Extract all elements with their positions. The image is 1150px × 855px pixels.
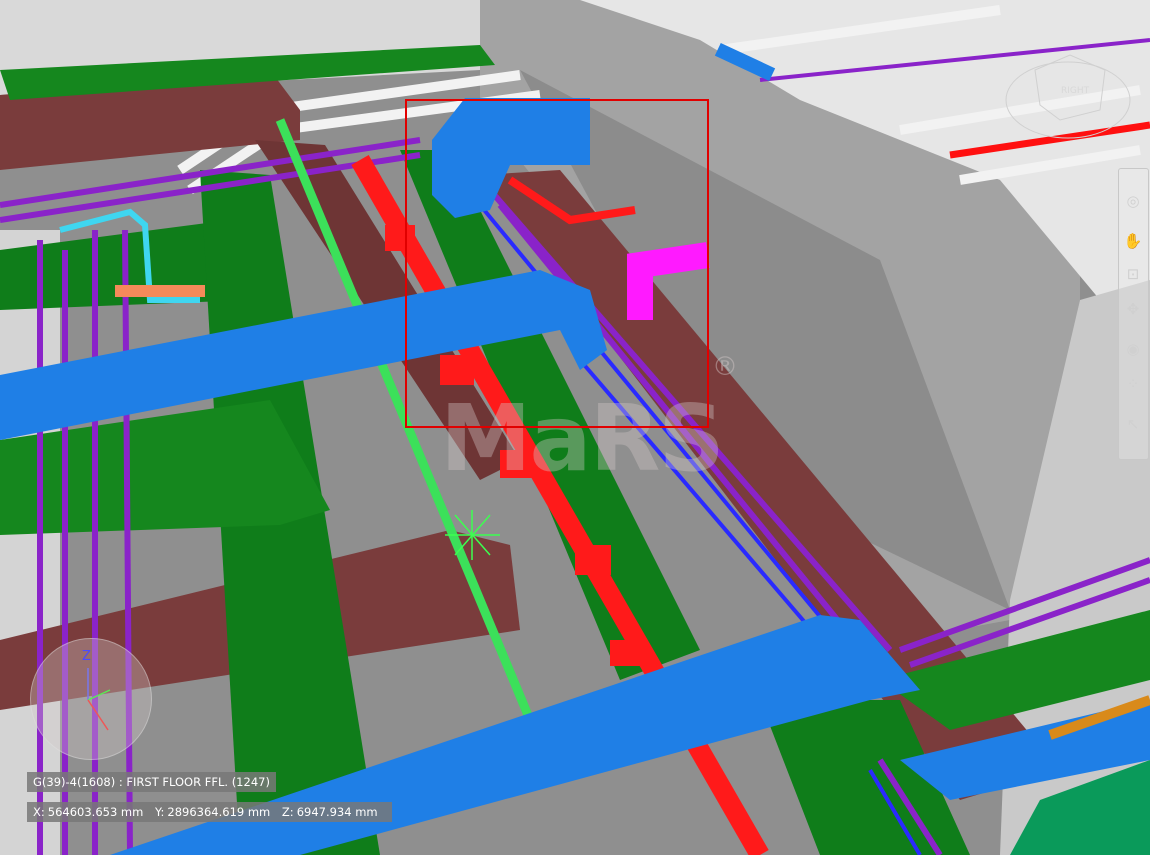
pan-icon[interactable]: ✋ [1123, 231, 1143, 251]
left-floor-light [0, 230, 60, 855]
navigation-bar[interactable]: ◎ ✋ ⊡ ✥ ◉ ⁘ ↖ [1118, 168, 1149, 460]
look-icon[interactable]: ◎ [1123, 191, 1143, 211]
compass-z-label: Z [82, 649, 91, 664]
orbit-icon[interactable]: ✥ [1123, 299, 1143, 319]
orange-pipe [115, 285, 205, 297]
3d-viewport[interactable]: MaRS ® RIGHT Z ◎ ✋ ⊡ ✥ ◉ ⁘ ↖ G(39)-4(160… [0, 0, 1150, 855]
view-cube-label[interactable]: RIGHT [1061, 86, 1089, 96]
select-icon[interactable]: ↖ [1123, 414, 1143, 434]
x-label: X: [33, 805, 45, 819]
x-value: 564603.653 mm [47, 805, 144, 819]
walk-icon[interactable]: ⁘ [1123, 374, 1143, 394]
coordinate-readout: X: 564603.653 mm Y: 2896364.619 mm Z: 6947.… [27, 802, 392, 822]
y-label: Y: [155, 805, 165, 819]
camera-icon[interactable]: ◉ [1123, 339, 1143, 359]
y-value: 2896364.619 mm [167, 805, 271, 819]
zoom-window-icon[interactable]: ⊡ [1123, 264, 1143, 284]
compass-widget[interactable]: Z [30, 638, 152, 760]
z-label: Z: [281, 805, 294, 819]
z-value: 6947.934 mm [296, 805, 378, 819]
selection-box[interactable] [405, 99, 709, 428]
level-readout: G(39)-4(1608) : FIRST FLOOR FFL. (1247) [27, 772, 276, 792]
